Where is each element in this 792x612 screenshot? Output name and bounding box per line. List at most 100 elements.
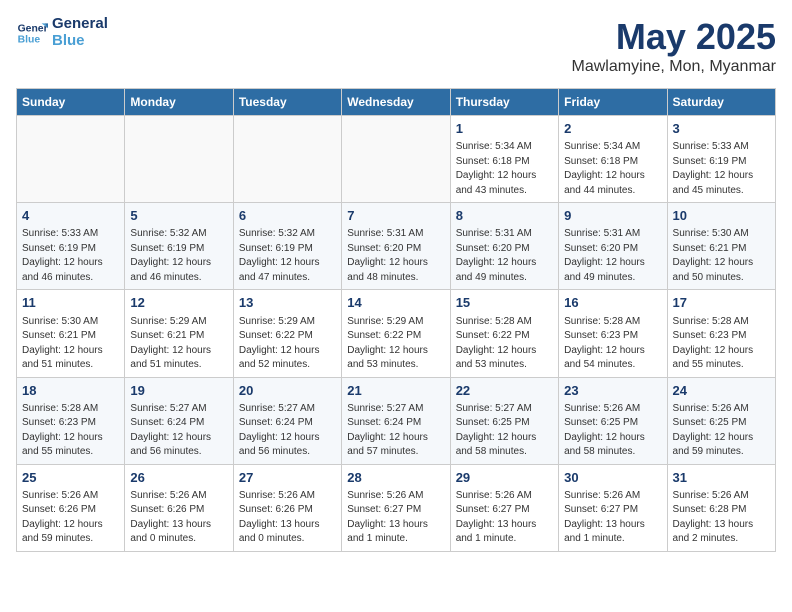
- day-number: 21: [347, 382, 444, 400]
- day-number: 2: [564, 120, 661, 138]
- header-thursday: Thursday: [450, 89, 558, 116]
- calendar-week-4: 18Sunrise: 5:28 AM Sunset: 6:23 PM Dayli…: [17, 377, 776, 464]
- day-number: 13: [239, 294, 336, 312]
- day-info: Sunrise: 5:28 AM Sunset: 6:22 PM Dayligh…: [456, 315, 553, 373]
- calendar-cell: [233, 116, 341, 203]
- day-number: 8: [456, 207, 553, 225]
- day-number: 29: [456, 469, 553, 487]
- day-info: Sunrise: 5:34 AM Sunset: 6:18 PM Dayligh…: [564, 140, 661, 198]
- calendar-cell: 24 Sunrise: 5:26 AM Sunset: 6:25 PM Dayli…: [667, 377, 775, 464]
- calendar-week-2: 4 Sunrise: 5:33 AM Sunset: 6:19 PM Daylig…: [17, 203, 776, 290]
- calendar-week-5: 25 Sunrise: 5:26 AM Sunset: 6:26 PM Dayli…: [17, 464, 776, 551]
- calendar-cell: 6 Sunrise: 5:32 AM Sunset: 6:19 PM Daylig…: [233, 203, 341, 290]
- calendar-cell: 20Sunrise: 5:27 AM Sunset: 6:24 PM Dayli…: [233, 377, 341, 464]
- calendar-cell: 15 Sunrise: 5:28 AM Sunset: 6:22 PM Dayli…: [450, 290, 558, 377]
- logo-icon: General Blue: [16, 17, 48, 49]
- logo-line1: General: [52, 16, 108, 33]
- day-number: 5: [130, 207, 227, 225]
- calendar-cell: 18Sunrise: 5:28 AM Sunset: 6:23 PM Dayli…: [17, 377, 125, 464]
- day-info: Sunrise: 5:26 AM Sunset: 6:26 PM Dayligh…: [22, 489, 119, 547]
- header-wednesday: Wednesday: [342, 89, 450, 116]
- calendar-cell: 25 Sunrise: 5:26 AM Sunset: 6:26 PM Dayli…: [17, 464, 125, 551]
- day-number: 17: [673, 294, 770, 312]
- day-info: Sunrise: 5:31 AM Sunset: 6:20 PM Dayligh…: [347, 227, 444, 285]
- calendar-cell: 1Sunrise: 5:34 AM Sunset: 6:18 PM Daylig…: [450, 116, 558, 203]
- day-number: 19: [130, 382, 227, 400]
- day-number: 11: [22, 294, 119, 312]
- day-number: 16: [564, 294, 661, 312]
- day-info: Sunrise: 5:28 AM Sunset: 6:23 PM Dayligh…: [22, 402, 119, 460]
- calendar-cell: 28Sunrise: 5:26 AM Sunset: 6:27 PM Dayli…: [342, 464, 450, 551]
- calendar-cell: 29Sunrise: 5:26 AM Sunset: 6:27 PM Dayli…: [450, 464, 558, 551]
- day-number: 25: [22, 469, 119, 487]
- calendar-cell: 13 Sunrise: 5:29 AM Sunset: 6:22 PM Dayli…: [233, 290, 341, 377]
- calendar-cell: 9 Sunrise: 5:31 AM Sunset: 6:20 PM Daylig…: [559, 203, 667, 290]
- day-number: 14: [347, 294, 444, 312]
- day-number: 6: [239, 207, 336, 225]
- logo: General Blue General Blue: [16, 16, 108, 49]
- day-info: Sunrise: 5:30 AM Sunset: 6:21 PM Dayligh…: [673, 227, 770, 285]
- page-header: General Blue General Blue May 2025 Mawla…: [16, 16, 776, 76]
- day-number: 7: [347, 207, 444, 225]
- day-info: Sunrise: 5:27 AM Sunset: 6:24 PM Dayligh…: [239, 402, 336, 460]
- calendar-cell: 3 Sunrise: 5:33 AM Sunset: 6:19 PM Daylig…: [667, 116, 775, 203]
- calendar-cell: 2 Sunrise: 5:34 AM Sunset: 6:18 PM Daylig…: [559, 116, 667, 203]
- day-number: 10: [673, 207, 770, 225]
- calendar-cell: 31Sunrise: 5:26 AM Sunset: 6:28 PM Dayli…: [667, 464, 775, 551]
- day-info: Sunrise: 5:32 AM Sunset: 6:19 PM Dayligh…: [239, 227, 336, 285]
- svg-text:General: General: [18, 23, 48, 34]
- calendar-cell: [342, 116, 450, 203]
- calendar-cell: 23Sunrise: 5:26 AM Sunset: 6:25 PM Dayli…: [559, 377, 667, 464]
- calendar-cell: 12Sunrise: 5:29 AM Sunset: 6:21 PM Dayli…: [125, 290, 233, 377]
- calendar-cell: 30Sunrise: 5:26 AM Sunset: 6:27 PM Dayli…: [559, 464, 667, 551]
- day-info: Sunrise: 5:27 AM Sunset: 6:24 PM Dayligh…: [347, 402, 444, 460]
- day-info: Sunrise: 5:28 AM Sunset: 6:23 PM Dayligh…: [564, 315, 661, 373]
- day-info: Sunrise: 5:26 AM Sunset: 6:26 PM Dayligh…: [130, 489, 227, 547]
- calendar-cell: 27 Sunrise: 5:26 AM Sunset: 6:26 PM Dayli…: [233, 464, 341, 551]
- header-row: SundayMondayTuesdayWednesdayThursdayFrid…: [17, 89, 776, 116]
- location-subtitle: Mawlamyine, Mon, Myanmar: [572, 58, 777, 76]
- day-number: 26: [130, 469, 227, 487]
- calendar-cell: 17 Sunrise: 5:28 AM Sunset: 6:23 PM Dayli…: [667, 290, 775, 377]
- calendar-cell: 7 Sunrise: 5:31 AM Sunset: 6:20 PM Daylig…: [342, 203, 450, 290]
- calendar-cell: 19 Sunrise: 5:27 AM Sunset: 6:24 PM Dayli…: [125, 377, 233, 464]
- day-number: 9: [564, 207, 661, 225]
- day-info: Sunrise: 5:29 AM Sunset: 6:22 PM Dayligh…: [239, 315, 336, 373]
- calendar-week-1: 1 Sunrise: 5:34 AM Sunset: 6:18 PM Daylig…: [17, 116, 776, 203]
- day-number: 27: [239, 469, 336, 487]
- day-info: Sunrise: 5:27 AM Sunset: 6:24 PM Dayligh…: [130, 402, 227, 460]
- header-friday: Friday: [559, 89, 667, 116]
- day-number: 1: [456, 120, 553, 138]
- day-number: 12: [130, 294, 227, 312]
- day-number: 4: [22, 207, 119, 225]
- day-number: 3: [673, 120, 770, 138]
- day-info: Sunrise: 5:26 AM Sunset: 6:26 PM Dayligh…: [239, 489, 336, 547]
- calendar-week-3: 11 Sunrise: 5:30 AM Sunset: 6:21 PM Dayli…: [17, 290, 776, 377]
- calendar-cell: 26 Sunrise: 5:26 AM Sunset: 6:26 PM Dayli…: [125, 464, 233, 551]
- day-info: Sunrise: 5:27 AM Sunset: 6:25 PM Dayligh…: [456, 402, 553, 460]
- day-number: 22: [456, 382, 553, 400]
- calendar-cell: 22 Sunrise: 5:27 AM Sunset: 6:25 PM Dayli…: [450, 377, 558, 464]
- header-sunday: Sunday: [17, 89, 125, 116]
- day-info: Sunrise: 5:32 AM Sunset: 6:19 PM Dayligh…: [130, 227, 227, 285]
- calendar-cell: 11 Sunrise: 5:30 AM Sunset: 6:21 PM Dayli…: [17, 290, 125, 377]
- title-block: May 2025 Mawlamyine, Mon, Myanmar: [572, 16, 777, 76]
- day-info: Sunrise: 5:28 AM Sunset: 6:23 PM Dayligh…: [673, 315, 770, 373]
- day-info: Sunrise: 5:26 AM Sunset: 6:28 PM Dayligh…: [673, 489, 770, 547]
- svg-text:Blue: Blue: [18, 34, 41, 45]
- day-info: Sunrise: 5:33 AM Sunset: 6:19 PM Dayligh…: [673, 140, 770, 198]
- month-title: May 2025: [572, 16, 777, 58]
- day-info: Sunrise: 5:26 AM Sunset: 6:27 PM Dayligh…: [564, 489, 661, 547]
- header-tuesday: Tuesday: [233, 89, 341, 116]
- day-info: Sunrise: 5:29 AM Sunset: 6:22 PM Dayligh…: [347, 315, 444, 373]
- calendar-cell: 14 Sunrise: 5:29 AM Sunset: 6:22 PM Dayli…: [342, 290, 450, 377]
- day-info: Sunrise: 5:33 AM Sunset: 6:19 PM Dayligh…: [22, 227, 119, 285]
- day-number: 24: [673, 382, 770, 400]
- calendar-cell: [125, 116, 233, 203]
- day-number: 28: [347, 469, 444, 487]
- day-info: Sunrise: 5:30 AM Sunset: 6:21 PM Dayligh…: [22, 315, 119, 373]
- day-number: 15: [456, 294, 553, 312]
- calendar-cell: 16 Sunrise: 5:28 AM Sunset: 6:23 PM Dayli…: [559, 290, 667, 377]
- day-info: Sunrise: 5:31 AM Sunset: 6:20 PM Dayligh…: [564, 227, 661, 285]
- day-info: Sunrise: 5:26 AM Sunset: 6:25 PM Dayligh…: [673, 402, 770, 460]
